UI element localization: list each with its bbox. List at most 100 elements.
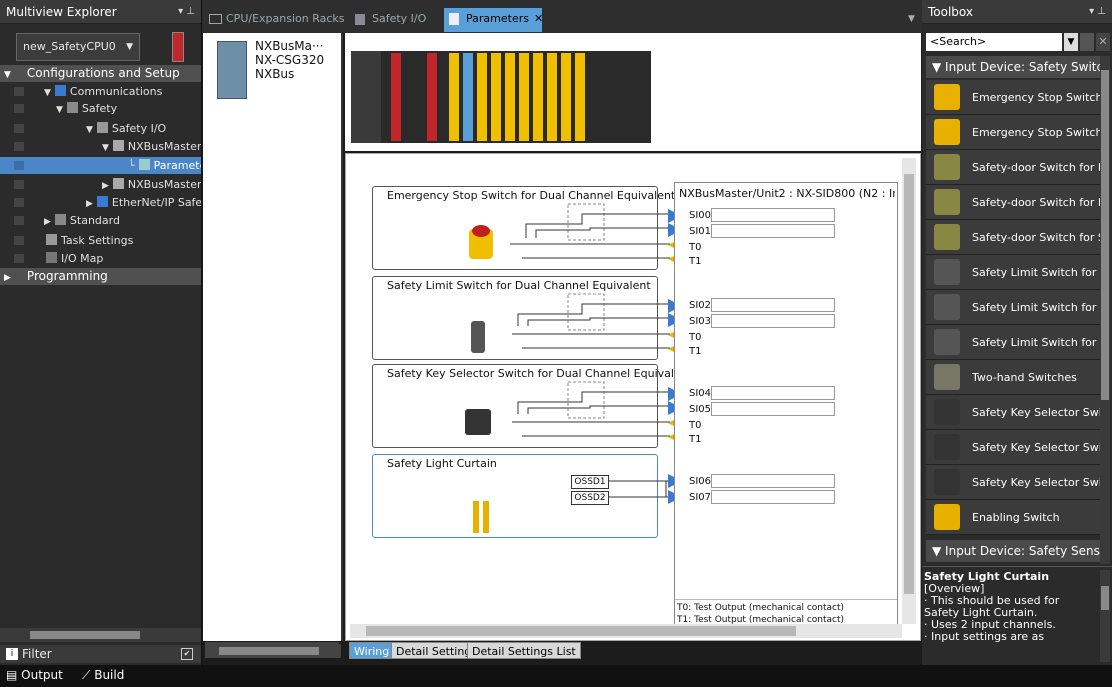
toolbox-title: Toolbox [928, 5, 973, 19]
si07-field[interactable] [711, 490, 835, 504]
build-icon: ⟋ [82, 668, 95, 682]
collapse-arrow-icon[interactable]: ▶ [102, 178, 109, 193]
rack-image[interactable] [345, 33, 921, 151]
legend-t0: T0: Test Output (mechanical contact) [677, 603, 845, 613]
tab-wiring[interactable]: Wiring [349, 642, 395, 659]
output-tab[interactable]: ▤ Output [6, 668, 63, 682]
tab-safety-io[interactable]: Safety I/O [350, 8, 440, 32]
tree-standard[interactable]: ▶ Standard [0, 212, 201, 229]
limit-switch-icon [934, 259, 960, 285]
horizontal-scrollbar[interactable] [0, 628, 201, 642]
io-icon [355, 14, 365, 25]
terminal-si05: SI05 [689, 404, 712, 415]
toolbox-item[interactable]: Safety Key Selector Switc [926, 430, 1100, 465]
limit-switch-icon [934, 329, 960, 355]
tree-safety[interactable]: ▼ Safety [0, 100, 201, 117]
tree-ethernet-ip-safety[interactable]: ▶ EtherNet/IP Safet [0, 194, 201, 211]
toolbox-item[interactable]: Safety Limit Switch for Du [926, 255, 1100, 290]
si02-field[interactable] [711, 298, 835, 312]
filter-toggle-icon[interactable]: ✔ [181, 648, 193, 660]
parameter-icon [449, 13, 459, 25]
terminal-si06: SI06 [689, 476, 712, 487]
search-icon[interactable] [1080, 33, 1094, 51]
toolbox-search-input[interactable]: <Search> [926, 33, 1062, 51]
si03-field[interactable] [711, 314, 835, 328]
controller-status-icon [172, 32, 184, 62]
category-safety-switch[interactable]: ▼ Input Device: Safety Switc [926, 56, 1100, 78]
toolbox-item[interactable]: Two-hand Switches [926, 360, 1100, 395]
unit-image[interactable] [217, 41, 247, 99]
filter-bar[interactable]: i Filter ✔ [0, 645, 201, 663]
unit-label: NXBusMa··· NX-CSG320 NXBus [255, 39, 325, 81]
tree-communications[interactable]: ▼ Communications [0, 83, 201, 100]
build-tab[interactable]: ⟋ Build [82, 668, 124, 683]
unit-io-header: NXBusMaster/Unit2 : NX-SID800 (N2 : Inst… [679, 187, 895, 200]
si01-field[interactable] [711, 224, 835, 238]
toolbox-item[interactable]: Safety Key Selector Switc [926, 395, 1100, 430]
si06-field[interactable] [711, 474, 835, 488]
tab-detail-settings-list[interactable]: Detail Settings List [467, 642, 581, 659]
tab-cpu-expansion-racks[interactable]: CPU/Expansion Racks [204, 8, 346, 32]
tree-programming[interactable]: ▶ Programming [0, 268, 201, 285]
terminal-t0: T0 [689, 420, 702, 431]
emergency-stop-icon [934, 119, 960, 145]
unit-io-box: NXBusMaster/Unit2 : NX-SID800 (N2 : Inst… [674, 182, 898, 626]
toolbox-item[interactable]: Safety-door Switch for Du [926, 150, 1100, 185]
thumb-horizontal-scrollbar[interactable] [205, 644, 341, 658]
terminal-si07: SI07 [689, 492, 712, 503]
document-tab-bar: CPU/Expansion Racks Safety I/O Parameter… [202, 0, 922, 33]
toolbox-item[interactable]: Safety Limit Switch for Du [926, 290, 1100, 325]
toolbox-item[interactable]: Safety Limit Switch for Si [926, 325, 1100, 360]
tree-configurations[interactable]: ▼ Configurations and Setup [0, 65, 201, 82]
close-icon[interactable]: ✕ [534, 12, 543, 25]
si05-field[interactable] [711, 402, 835, 416]
tree-nxbusmaster-2[interactable]: ▶ NXBusMaster [0, 176, 201, 193]
expand-arrow-icon[interactable]: ▼ [86, 122, 93, 137]
expand-arrow-icon[interactable]: ▼ [4, 67, 11, 82]
toolbox-item[interactable]: Safety-door Switch for Si [926, 220, 1100, 255]
door-switch-icon [934, 224, 960, 250]
pin-icon[interactable]: ▾ ⊥ [178, 0, 195, 24]
chevron-down-icon[interactable]: ▼ [126, 34, 133, 60]
toolbox-item[interactable]: Safety-door Switch for Du [926, 185, 1100, 220]
chevron-down-icon[interactable]: ▼ [1064, 33, 1078, 51]
vertical-scrollbar[interactable] [902, 158, 916, 624]
expand-arrow-icon[interactable]: ▼ [56, 102, 63, 117]
toolbox-item[interactable]: Emergency Stop Switch f [926, 80, 1100, 115]
pin-icon[interactable]: ▾ ⊥ [1089, 0, 1106, 24]
toolbox-item[interactable]: Safety Key Selector Switc [926, 465, 1100, 500]
tree-parameters[interactable]: └Paramete [0, 157, 201, 174]
description-scrollbar[interactable] [1100, 570, 1110, 662]
tree-task-settings[interactable]: Task Settings [0, 232, 201, 249]
collapse-arrow-icon[interactable]: ▶ [44, 214, 51, 229]
explorer-title: Multiview Explorer [6, 5, 117, 19]
output-icon: ▤ [6, 668, 22, 682]
collapse-arrow-icon[interactable]: ▶ [86, 196, 93, 211]
expand-arrow-icon[interactable]: ▼ [44, 85, 51, 100]
terminal-t0: T0 [689, 242, 702, 253]
toolbox-item[interactable]: Emergency Stop Switch f [926, 115, 1100, 150]
horizontal-scrollbar[interactable] [350, 624, 902, 638]
controller-select[interactable]: new_SafetyCPU0 ▼ [16, 33, 140, 61]
collapse-arrow-icon[interactable]: ▶ [4, 270, 11, 285]
category-safety-sensor[interactable]: ▼ Input Device: Safety Senso [926, 540, 1100, 562]
terminal-si01: SI01 [689, 226, 712, 237]
tab-list-dropdown-icon[interactable]: ▼ [908, 14, 915, 24]
clear-search-icon[interactable]: ✕ [1096, 33, 1110, 51]
toolbox-item[interactable]: Enabling Switch [926, 500, 1100, 535]
tree-nxbusmaster[interactable]: ▼ NXBusMaster [0, 138, 201, 155]
tree-io-map[interactable]: I/O Map [0, 250, 201, 267]
tab-parameters[interactable]: Parameters ✕ [444, 8, 543, 32]
terminal-t1: T1 [689, 256, 702, 267]
si04-field[interactable] [711, 386, 835, 400]
toolbox-header: Toolbox ▾ ⊥ [922, 0, 1112, 24]
iomap-icon [46, 252, 57, 263]
key-selector-icon [934, 399, 960, 425]
toolbox-scrollbar[interactable] [1100, 56, 1110, 564]
si00-field[interactable] [711, 208, 835, 222]
terminal-si03: SI03 [689, 316, 712, 327]
expand-arrow-icon[interactable]: ▼ [102, 140, 109, 155]
terminal-si04: SI04 [689, 388, 712, 399]
tree-safety-io[interactable]: ▼ Safety I/O [0, 120, 201, 137]
terminal-t0: T0 [689, 332, 702, 343]
